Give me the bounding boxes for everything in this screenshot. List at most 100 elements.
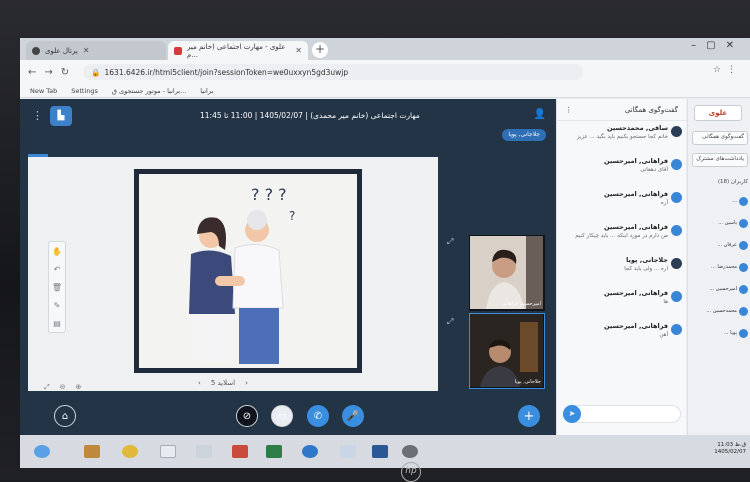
- browser-tab[interactable]: پرتال علوی ✕: [26, 41, 166, 60]
- close-icon[interactable]: ✕: [295, 46, 302, 55]
- svg-text:?: ?: [289, 209, 295, 223]
- message-text: آهن: [659, 332, 668, 338]
- chrome-icon[interactable]: [122, 445, 138, 458]
- chat-panel: گفت‌وگوی همگانی ⋮ ساقی, محمدحسین خانم کج…: [556, 99, 686, 435]
- message-text: خانم کجا جستجو بکنیم باید بگید ... عزیز: [576, 134, 668, 140]
- screenshare-button[interactable]: ▭: [271, 405, 293, 427]
- word-icon[interactable]: [372, 445, 388, 458]
- user-item[interactable]: یاسین ...: [692, 217, 748, 233]
- webcam-tile[interactable]: امیرحسین فراهانی: [469, 235, 545, 311]
- bbb-logo-icon: ▙: [50, 106, 72, 126]
- home-button[interactable]: ⌂: [54, 405, 76, 427]
- globe-icon: [32, 46, 40, 55]
- bookmark-item[interactable]: برانیا: [200, 87, 213, 95]
- app-icon[interactable]: [340, 445, 356, 458]
- main-area: ⋮ ▙ مهارت اجتماعی (خانم میر محمدی) | 140…: [20, 99, 556, 435]
- user-item[interactable]: امیرحسین ...: [692, 283, 748, 299]
- explorer-icon[interactable]: [84, 445, 100, 458]
- app-icon[interactable]: [160, 445, 176, 458]
- system-clock[interactable]: 11:03 ق.ظ 1405/02/07: [714, 442, 746, 456]
- start-icon[interactable]: [34, 445, 50, 458]
- user-item[interactable]: پویا ...: [692, 327, 748, 343]
- mic-button[interactable]: 🎤: [342, 405, 364, 427]
- webcam-tile[interactable]: جلاجانی, پویا: [469, 313, 545, 389]
- app-icon[interactable]: [402, 445, 418, 458]
- next-slide-icon[interactable]: ›: [245, 379, 248, 387]
- new-tab-button[interactable]: +: [312, 42, 328, 58]
- user-settings-icon[interactable]: 👤: [534, 109, 546, 120]
- shared-notes-item[interactable]: یادداشت‌های مشترک: [692, 153, 748, 167]
- camera-icon: ⊘: [242, 410, 252, 422]
- meeting-header: ⋮ ▙ مهارت اجتماعی (خانم میر محمدی) | 140…: [20, 99, 556, 135]
- delete-icon[interactable]: 🗑: [52, 283, 62, 292]
- image-icon[interactable]: ▤: [53, 319, 61, 328]
- undo-icon[interactable]: ↶: [54, 265, 61, 274]
- user-item[interactable]: عرفان ...: [692, 239, 748, 255]
- powerpoint-icon[interactable]: [232, 445, 248, 458]
- avatar: [671, 159, 682, 170]
- message-sender: فراهانی, امیرحسین: [604, 190, 668, 198]
- whiteboard-toolbar[interactable]: ✋ ↶ 🗑 ✎ ▤: [48, 241, 66, 333]
- chat-message: فراهانی, امیرحسین آره: [557, 187, 686, 220]
- school-logo: علوی: [694, 105, 742, 121]
- message-sender: فراهانی, امیرحسین: [604, 322, 668, 330]
- audio-button[interactable]: ✆: [307, 405, 329, 427]
- send-button[interactable]: ➤: [563, 405, 581, 423]
- back-icon[interactable]: ←: [28, 67, 36, 78]
- slide-selector[interactable]: اسلاید 5: [211, 379, 235, 387]
- reload-icon[interactable]: ↻: [61, 67, 69, 78]
- chat-message: فراهانی, امیرحسین من دارم در مورد اینکه …: [557, 220, 686, 253]
- expand-icon[interactable]: ⤢: [447, 237, 453, 247]
- previous-slide-icon[interactable]: ‹: [198, 379, 201, 387]
- close-icon[interactable]: ✕: [83, 46, 90, 55]
- windows-taskbar: 11:03 ق.ظ 1405/02/07: [20, 435, 750, 468]
- home-icon: ⌂: [61, 410, 69, 422]
- app-icon[interactable]: [196, 445, 212, 458]
- avatar: [671, 126, 682, 137]
- whiteboard[interactable]: ? ? ? ? ✋ ↶ 🗑 ✎ ▤ ⤢⊖⊕ ‹ اسلاید 5 ›: [28, 157, 438, 391]
- avatar: [739, 197, 748, 206]
- webcam-feed: [470, 314, 543, 387]
- avatar: [671, 324, 682, 335]
- slide-illustration: ? ? ? ?: [139, 174, 357, 368]
- send-icon: ➤: [568, 409, 576, 418]
- message-text: من دارم در مورد اینکه ... باید چیکار کنی…: [575, 233, 668, 239]
- forward-icon[interactable]: →: [44, 67, 52, 78]
- avatar: [671, 291, 682, 302]
- pen-icon[interactable]: ✎: [54, 301, 61, 310]
- bookmark-item[interactable]: New Tab: [30, 87, 57, 95]
- chat-options-icon[interactable]: ⋮: [565, 106, 572, 114]
- slide-navigation: ‹ اسلاید 5 ›: [198, 379, 248, 387]
- chat-title: گفت‌وگوی همگانی: [624, 105, 678, 114]
- tab-label: علوی - مهارت اجتماعی (خانم میر م...: [187, 42, 286, 59]
- presentation-options[interactable]: ⤢⊖⊕: [44, 383, 91, 392]
- browser-tab-active[interactable]: علوی - مهارت اجتماعی (خانم میر م... ✕: [168, 41, 308, 60]
- message-text: اره ... ولی باید کجا: [624, 266, 668, 272]
- action-bar: ⌂ ⊘ ▭ ✆ 🎤 +: [20, 399, 556, 435]
- avatar: [671, 225, 682, 236]
- screen: پرتال علوی ✕ علوی - مهارت اجتماعی (خانم …: [20, 38, 750, 468]
- edge-icon[interactable]: [302, 445, 318, 458]
- tab-label: پرتال علوی: [45, 46, 78, 55]
- address-bar[interactable]: 🔒 1631.6426.ir/html5client/join?sessionT…: [83, 64, 584, 80]
- user-item[interactable]: محمدرضا ...: [692, 261, 748, 277]
- camera-button[interactable]: ⊘: [236, 405, 258, 427]
- more-options-icon[interactable]: ⋮: [32, 109, 43, 122]
- url-text: 1631.6426.ir/html5client/join?sessionTok…: [104, 67, 349, 77]
- excel-icon[interactable]: [266, 445, 282, 458]
- presenter-chip[interactable]: جلاجانی, پویا: [502, 129, 546, 141]
- message-sender: فراهانی, امیرحسین: [604, 157, 668, 165]
- hand-tool-icon[interactable]: ✋: [52, 247, 62, 256]
- bookmark-item[interactable]: Settings: [71, 87, 98, 95]
- public-chat-item[interactable]: گفت‌وگوی همگانی: [692, 131, 748, 145]
- bookmark-item[interactable]: برانیا - موتور جستجوی ق...: [112, 87, 186, 95]
- site-favicon-icon: [174, 46, 182, 55]
- users-count: کاربران (18): [717, 179, 748, 185]
- expand-icon[interactable]: ⤢: [447, 317, 453, 327]
- clock-time: 11:03 ق.ظ: [717, 442, 746, 448]
- user-item[interactable]: محمدحسین ...: [692, 305, 748, 321]
- browser-menu-icons[interactable]: ☆⋮: [713, 65, 742, 75]
- user-item[interactable]: ...: [692, 195, 748, 211]
- actions-plus-button[interactable]: +: [518, 405, 540, 427]
- window-controls[interactable]: –▢✕: [691, 40, 744, 51]
